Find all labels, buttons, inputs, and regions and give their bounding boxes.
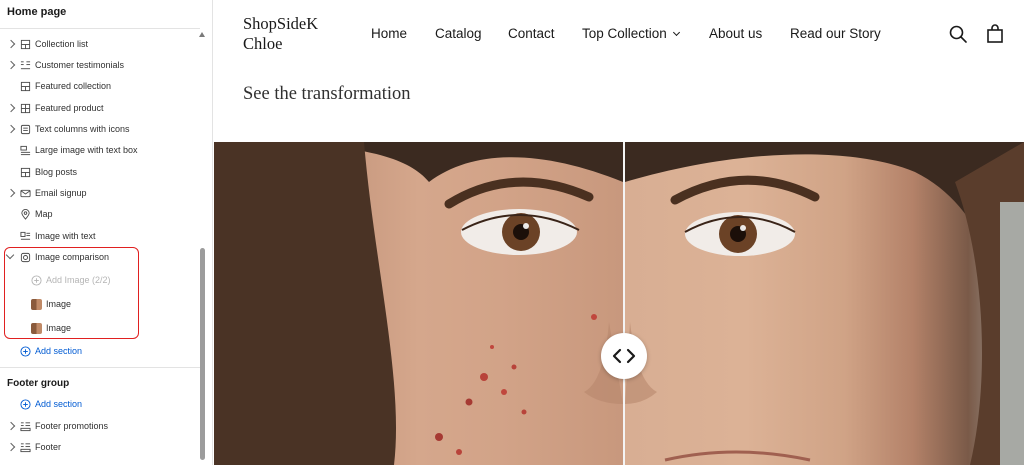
section-title: See the transformation: [243, 84, 411, 104]
chevron-right-icon[interactable]: [6, 442, 16, 452]
before-image: [214, 142, 623, 465]
footer-icon: [20, 421, 31, 431]
before-face-illustration: [214, 142, 623, 465]
nav-read-our-story[interactable]: Read our Story: [790, 26, 881, 41]
sidebar-item-label: Footer: [35, 442, 62, 452]
chevron-down-icon: [672, 28, 680, 37]
chevron-right-icon[interactable]: [6, 188, 16, 198]
plus-circle-icon: [20, 345, 31, 357]
sidebar-item-label: Featured collection: [35, 81, 112, 91]
nav-top-collection[interactable]: Top Collection: [582, 26, 680, 41]
nav-home[interactable]: Home: [371, 26, 407, 41]
nav-about-us[interactable]: About us: [709, 26, 762, 41]
add-section-label: Add section: [35, 346, 83, 356]
sidebar-item-label: Collection list: [35, 39, 89, 49]
chevron-left-right-icon: [612, 348, 636, 364]
section-grid-icon: [20, 39, 31, 49]
sidebar-item-blog-posts[interactable]: Blog posts: [0, 162, 196, 182]
sidebar-item-footer-promotions[interactable]: Footer promotions: [0, 416, 196, 436]
nav-label: Top Collection: [582, 26, 667, 41]
section-grid-icon: [20, 81, 31, 91]
sidebar-item-featured-collection[interactable]: Featured collection: [0, 76, 196, 96]
email-icon: [20, 189, 31, 197]
sidebar-divider: [0, 367, 200, 368]
text-columns-icon: [20, 60, 31, 69]
chevron-right-icon[interactable]: [6, 103, 16, 113]
sidebar-item-label: Email signup: [35, 188, 87, 198]
image-text-icon: [20, 145, 31, 155]
comparison-image-item[interactable]: Image: [0, 294, 196, 314]
chevron-right-icon[interactable]: [6, 60, 16, 70]
store-logo[interactable]: ShopSideK Chloe: [243, 14, 343, 54]
sidebar-item-large-image-with-text-box[interactable]: Large image with text box: [0, 140, 196, 160]
section-grid-icon: [20, 103, 31, 113]
theme-editor-sidebar: Home page Collection list Customer testi…: [0, 0, 213, 465]
chevron-right-icon[interactable]: [6, 421, 16, 431]
sidebar-item-label: Blog posts: [35, 167, 78, 177]
comparison-divider-line[interactable]: [623, 142, 625, 465]
chevron-down-icon[interactable]: [5, 250, 15, 260]
sidebar-item-featured-product[interactable]: Featured product: [0, 98, 196, 118]
section-grid-icon: [20, 167, 31, 177]
nav-contact[interactable]: Contact: [508, 26, 555, 41]
sidebar-item-label: Customer testimonials: [35, 60, 125, 70]
sidebar-item-label: Map: [35, 209, 53, 219]
sidebar-item-image-comparison[interactable]: Image comparison: [0, 247, 196, 267]
image-item-label: Image: [46, 299, 72, 309]
sidebar-item-label: Image with text: [35, 231, 96, 241]
plus-circle-icon: [20, 398, 31, 410]
sidebar-item-label: Footer promotions: [35, 421, 109, 431]
sidebar-item-collection-list[interactable]: Collection list: [0, 34, 196, 54]
footer-icon: [20, 442, 31, 452]
scroll-up-arrow-icon[interactable]: [199, 32, 205, 37]
image-item-label: Image: [46, 323, 72, 333]
sidebar-divider: [0, 28, 200, 29]
chevron-right-icon[interactable]: [6, 124, 16, 134]
sidebar-item-label: Large image with text box: [35, 145, 138, 155]
sidebar-scrollbar[interactable]: [200, 248, 205, 460]
text-block-icon: [20, 124, 31, 134]
chevron-right-icon[interactable]: [6, 39, 16, 49]
after-face-illustration: [625, 142, 1024, 465]
footer-add-section-button[interactable]: Add section: [0, 394, 196, 414]
cart-bag-icon[interactable]: [985, 24, 1005, 44]
after-image: [625, 142, 1024, 465]
sidebar-item-footer[interactable]: Footer: [0, 437, 196, 457]
nav-catalog[interactable]: Catalog: [435, 26, 482, 41]
sidebar-item-customer-testimonials[interactable]: Customer testimonials: [0, 55, 196, 75]
image-comparison-slider[interactable]: [214, 142, 1024, 465]
sidebar-title: Home page: [7, 6, 67, 18]
sidebar-item-text-columns-with-icons[interactable]: Text columns with icons: [0, 119, 196, 139]
sidebar-item-map[interactable]: Map: [0, 204, 196, 224]
search-icon[interactable]: [948, 24, 968, 44]
add-image-label: Add Image (2/2): [46, 275, 111, 285]
footer-group-title: Footer group: [7, 378, 70, 389]
image-text-icon: [20, 231, 31, 240]
storefront-preview: ShopSideK Chloe Home Catalog Contact Top…: [214, 0, 1024, 465]
image-thumbnail: [31, 322, 42, 334]
image-comparison-icon: [20, 252, 31, 262]
add-section-label: Add section: [35, 399, 83, 409]
sidebar-item-label: Image comparison: [35, 252, 110, 262]
add-image-button[interactable]: Add Image (2/2): [0, 270, 196, 290]
image-thumbnail: [31, 298, 42, 310]
sidebar-item-label: Featured product: [35, 103, 104, 113]
comparison-drag-handle[interactable]: [601, 333, 647, 379]
map-pin-icon: [21, 208, 30, 220]
add-section-button[interactable]: Add section: [0, 341, 196, 361]
sidebar-item-email-signup[interactable]: Email signup: [0, 183, 196, 203]
plus-circle-icon: [31, 274, 42, 286]
comparison-image-item[interactable]: Image: [0, 318, 196, 338]
sidebar-item-image-with-text[interactable]: Image with text: [0, 226, 196, 246]
sidebar-item-label: Text columns with icons: [35, 124, 130, 134]
